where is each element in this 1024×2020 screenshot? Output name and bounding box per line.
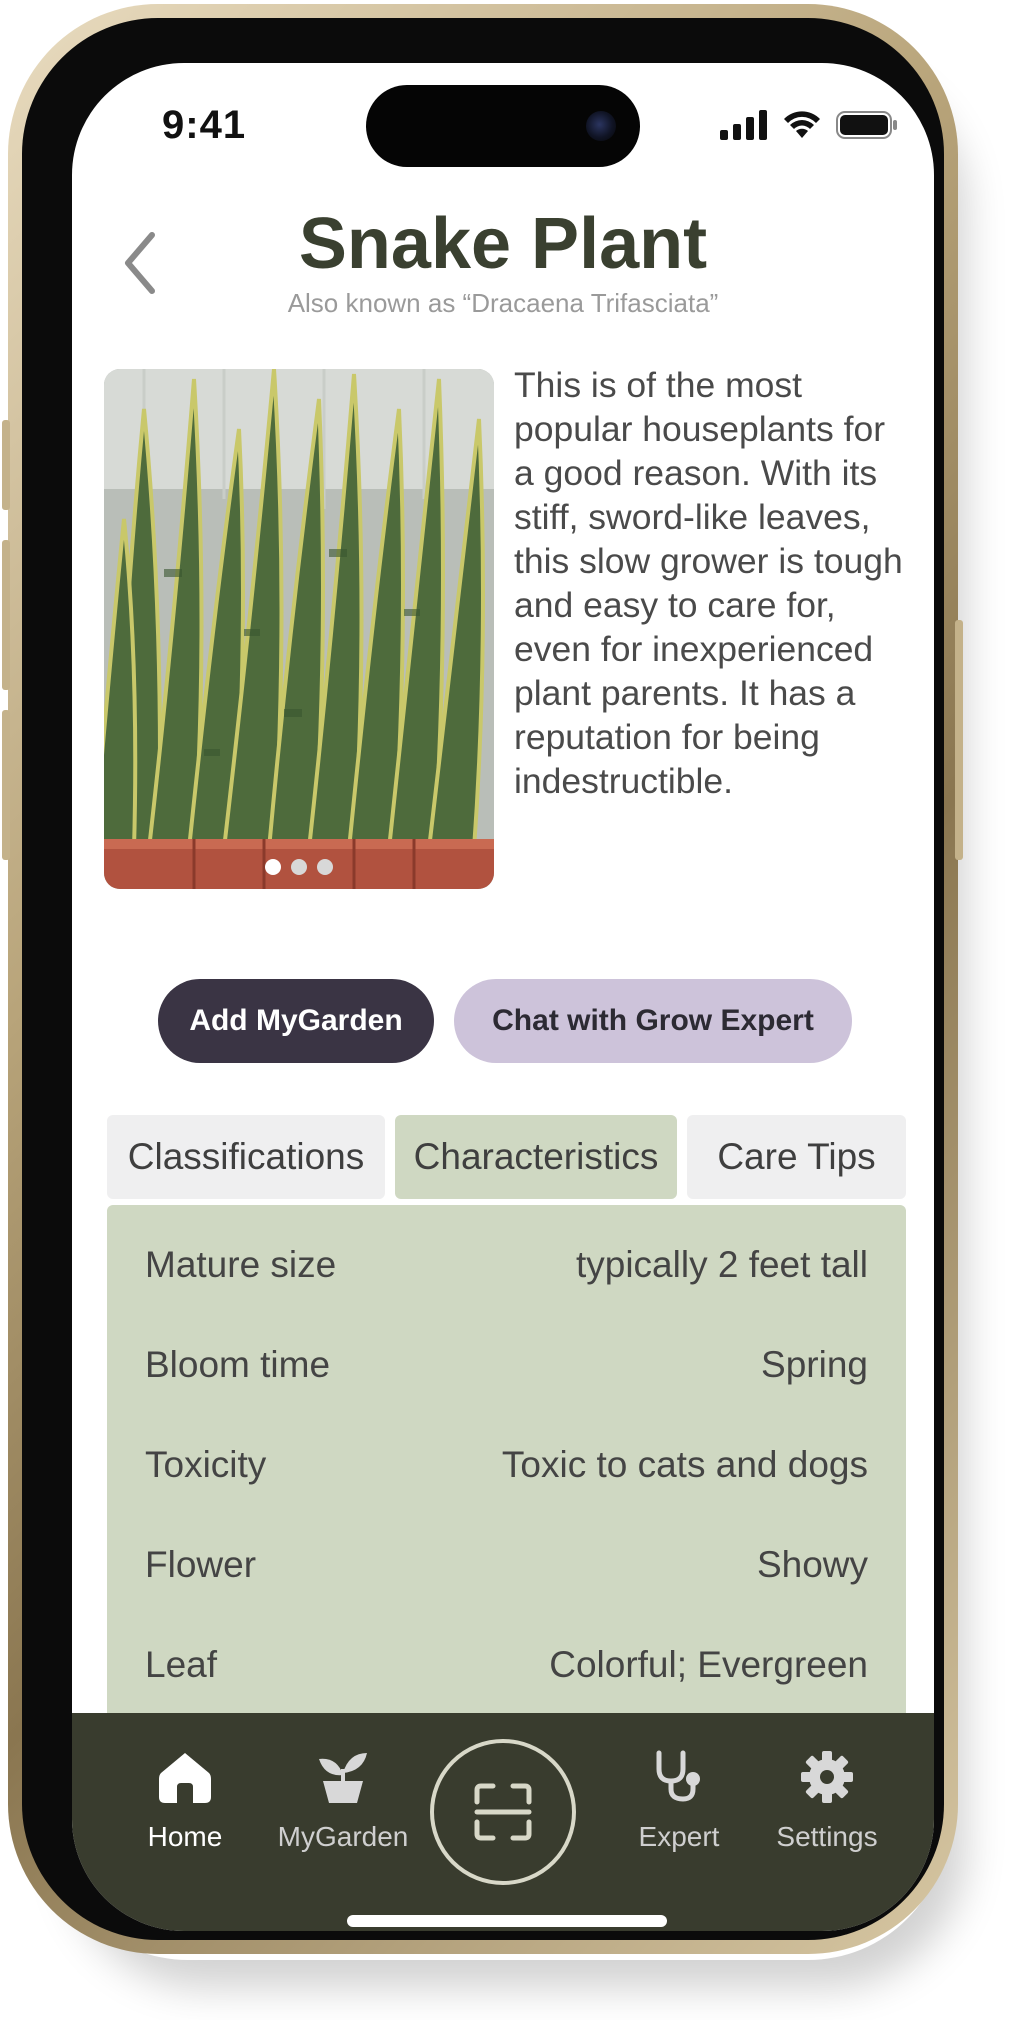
- gear-icon: [801, 1751, 853, 1803]
- chat-grow-expert-button[interactable]: Chat with Grow Expert: [454, 979, 852, 1063]
- nav-settings[interactable]: Settings: [752, 1749, 902, 1853]
- phone-bezel: 9:41 Snake Plant Also known as “Dracaena…: [22, 18, 944, 1940]
- carousel-dots: [104, 859, 494, 875]
- table-row: Flower Showy: [145, 1515, 868, 1615]
- dynamic-island: [366, 85, 640, 167]
- action-button: [2, 420, 10, 510]
- carousel-dot[interactable]: [317, 859, 333, 875]
- screen: 9:41 Snake Plant Also known as “Dracaena…: [72, 63, 934, 1931]
- row-key: Toxicity: [145, 1444, 267, 1485]
- stethoscope-icon: [656, 1750, 700, 1802]
- row-key: Mature size: [145, 1244, 337, 1285]
- status-icons: [720, 105, 898, 145]
- camera-icon: [586, 111, 616, 141]
- potted-plant-icon: [319, 1753, 367, 1803]
- row-value: Toxic to cats and dogs: [501, 1444, 868, 1485]
- carousel-dot-active[interactable]: [265, 859, 281, 875]
- page-subtitle: Also known as “Dracaena Trifasciata”: [287, 288, 719, 318]
- table-row: Mature size typically 2 feet tall: [145, 1215, 868, 1315]
- row-key: Leaf: [145, 1644, 218, 1685]
- table-row: Leaf Colorful; Evergreen: [145, 1615, 868, 1715]
- home-indicator: [347, 1915, 667, 1927]
- page-title: Snake Plant: [298, 204, 708, 284]
- bottom-nav: Home MyGarden Expert Settings: [72, 1713, 934, 1931]
- nav-expert[interactable]: Expert: [604, 1749, 754, 1853]
- plant-description: This is of the most popular houseplants …: [514, 365, 903, 801]
- scan-icon: [474, 1783, 532, 1841]
- wifi-icon: [784, 111, 820, 138]
- row-key: Flower: [145, 1544, 257, 1585]
- add-mygarden-button[interactable]: Add MyGarden: [158, 979, 434, 1063]
- nav-home-label: Home: [147, 1821, 223, 1852]
- nav-mygarden-label: MyGarden: [277, 1821, 409, 1852]
- home-icon: [159, 1753, 211, 1803]
- characteristics-panel: Mature size typically 2 feet tall Bloom …: [107, 1205, 906, 1765]
- carousel-dot[interactable]: [291, 859, 307, 875]
- nav-expert-label: Expert: [638, 1821, 720, 1852]
- row-key: Bloom time: [145, 1344, 331, 1385]
- nav-mygarden[interactable]: MyGarden: [268, 1749, 418, 1853]
- row-value: Showy: [756, 1544, 868, 1585]
- plant-photo-carousel[interactable]: [104, 369, 494, 889]
- volume-up-button: [2, 540, 10, 690]
- tab-classifications[interactable]: Classifications: [107, 1115, 385, 1199]
- nav-settings-label: Settings: [776, 1821, 878, 1852]
- status-time: 9:41: [162, 103, 247, 147]
- scan-button[interactable]: [430, 1739, 576, 1885]
- battery-icon: [836, 111, 897, 139]
- volume-down-button: [2, 710, 10, 860]
- snake-plant-image: [104, 369, 494, 889]
- row-value: typically 2 feet tall: [575, 1244, 868, 1285]
- info-tabs: Classifications Characteristics Care Tip…: [107, 1115, 906, 1199]
- row-value: Spring: [761, 1344, 868, 1385]
- table-row: Toxicity Toxic to cats and dogs: [145, 1415, 868, 1515]
- signal-icon: [720, 110, 767, 140]
- power-button: [955, 620, 963, 860]
- tab-characteristics[interactable]: Characteristics: [395, 1115, 677, 1199]
- tab-care-tips[interactable]: Care Tips: [687, 1115, 906, 1199]
- row-value: Colorful; Evergreen: [549, 1644, 868, 1685]
- table-row: Bloom time Spring: [145, 1315, 868, 1415]
- nav-home[interactable]: Home: [110, 1749, 260, 1853]
